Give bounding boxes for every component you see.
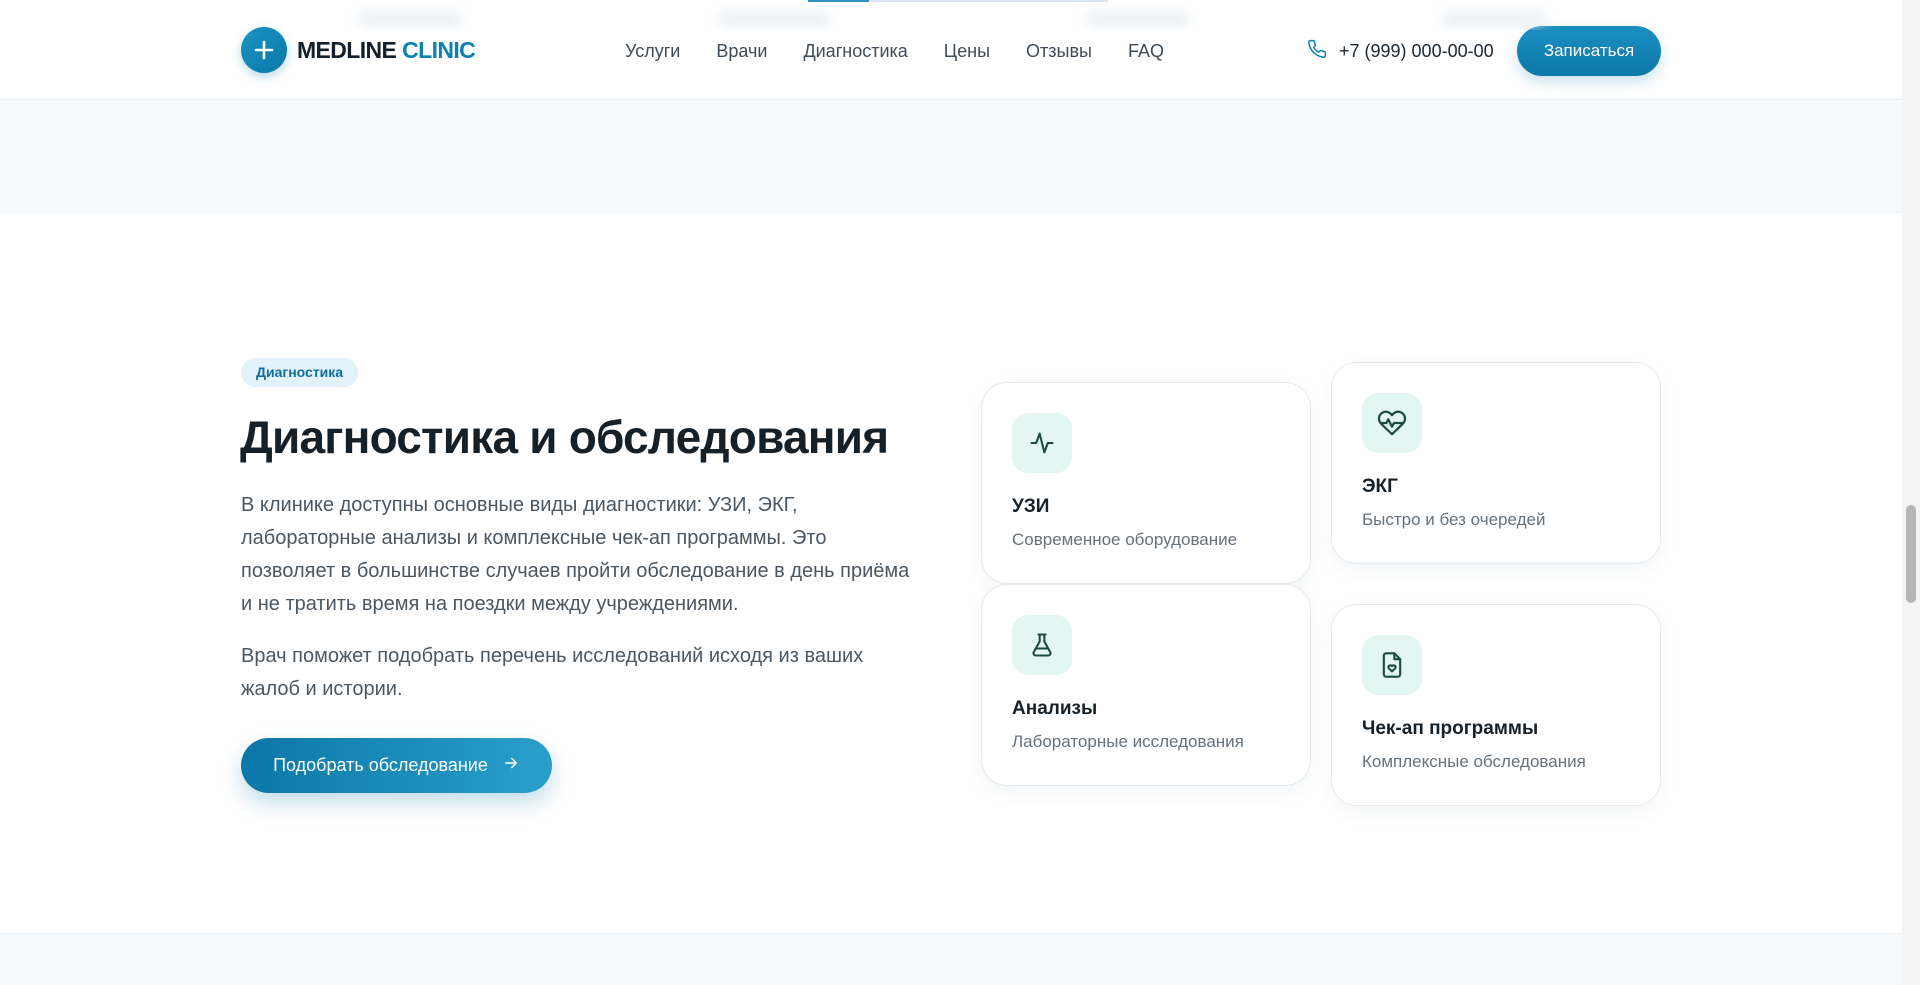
book-appointment-button[interactable]: Записаться	[1517, 26, 1661, 76]
nav-item-prices[interactable]: Цены	[944, 38, 990, 64]
nav-item-services[interactable]: Услуги	[625, 38, 680, 64]
nav-item-doctors[interactable]: Врачи	[716, 38, 767, 64]
service-card-checkup[interactable]: Чек-ап программы Комплексные обследовани…	[1331, 604, 1661, 806]
nav-item-reviews[interactable]: Отзывы	[1026, 38, 1092, 64]
logo[interactable]: MEDLINE CLINIC	[241, 27, 476, 73]
phone-number: +7 (999) 000-00-00	[1339, 40, 1494, 61]
card-title: Чек-ап программы	[1362, 718, 1539, 739]
card-subtitle: Комплексные обследования	[1362, 752, 1586, 771]
activity-pulse-icon	[1012, 413, 1072, 473]
section-note: Врач поможет подобрать перечень исследов…	[241, 645, 864, 700]
card-title: Анализы	[1012, 698, 1098, 719]
scrollbar-thumb[interactable]	[1906, 505, 1916, 603]
section-tag: Диагностика	[241, 358, 359, 387]
service-card-ultrasound[interactable]: УЗИ Современное оборудование	[981, 382, 1311, 584]
heart-pulse-icon	[1362, 393, 1422, 453]
flask-icon	[1012, 615, 1072, 675]
next-section-band	[0, 933, 1902, 985]
main-nav: Услуги Врачи Диагностика Цены Отзывы FAQ	[625, 38, 1164, 64]
card-subtitle: Быстро и без очередей	[1362, 510, 1546, 529]
select-examination-label: Подобрать обследование	[273, 755, 488, 775]
logo-word-medline: MEDLINE	[297, 36, 397, 63]
site-header: MEDLINE CLINIC Услуги Врачи Диагностика …	[0, 0, 1902, 100]
arrow-right-icon	[502, 754, 520, 777]
section-divider-band	[0, 100, 1902, 213]
document-heart-icon	[1362, 635, 1422, 695]
logo-text: MEDLINE CLINIC	[297, 36, 476, 64]
logo-word-clinic: CLINIC	[402, 36, 476, 63]
card-title: ЭКГ	[1362, 476, 1398, 497]
plus-icon	[241, 27, 287, 73]
phone-icon	[1307, 39, 1327, 64]
select-examination-button[interactable]: Подобрать обследование	[241, 738, 552, 793]
nav-item-diagnostics[interactable]: Диагностика	[803, 38, 907, 64]
card-title: УЗИ	[1012, 496, 1050, 517]
service-card-analyses[interactable]: Анализы Лабораторные исследования	[981, 584, 1311, 786]
service-card-ecg[interactable]: ЭКГ Быстро и без очередей	[1331, 362, 1661, 564]
phone-link[interactable]: +7 (999) 000-00-00	[1307, 38, 1494, 64]
card-subtitle: Лабораторные исследования	[1012, 732, 1244, 751]
section-description: В клинике доступны основные виды диагнос…	[241, 494, 910, 615]
page-scrollbar[interactable]	[1902, 0, 1920, 985]
section-title: Диагностика и обследования	[240, 411, 889, 463]
card-subtitle: Современное оборудование	[1012, 530, 1238, 549]
nav-item-faq[interactable]: FAQ	[1128, 38, 1164, 64]
